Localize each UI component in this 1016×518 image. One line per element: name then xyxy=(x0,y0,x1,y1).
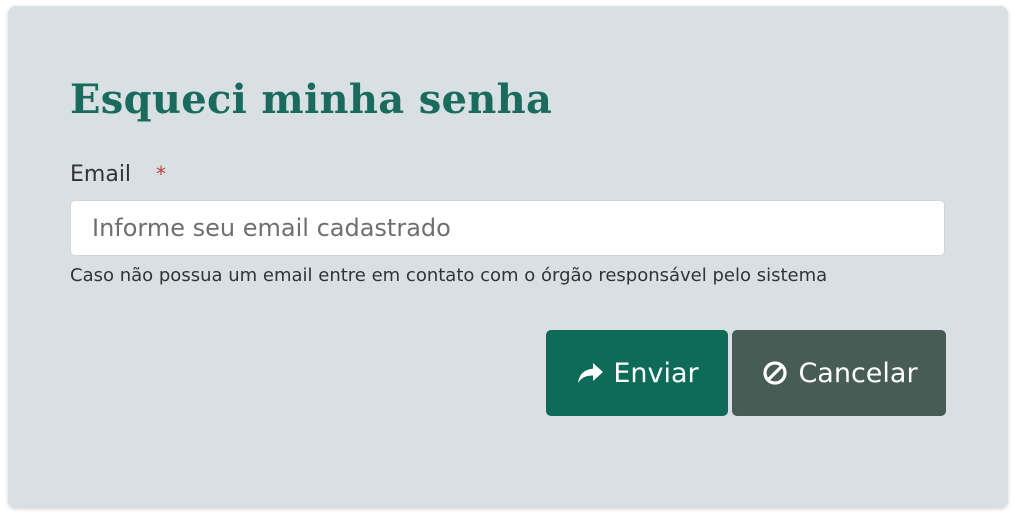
cancel-button[interactable]: Cancelar xyxy=(732,330,946,416)
cancel-button-label: Cancelar xyxy=(798,357,918,389)
send-button-label: Enviar xyxy=(613,357,699,389)
send-button[interactable]: Enviar xyxy=(546,330,728,416)
email-help-text: Caso não possua um email entre em contat… xyxy=(70,265,828,286)
email-label: Email xyxy=(70,162,132,187)
ban-icon xyxy=(760,358,790,388)
forgot-password-card: Esqueci minha senha Email * Caso não pos… xyxy=(8,6,1008,508)
share-arrow-icon xyxy=(575,358,605,388)
email-field[interactable] xyxy=(70,200,945,256)
required-marker: * xyxy=(156,162,166,186)
page-title: Esqueci minha senha xyxy=(70,76,553,123)
